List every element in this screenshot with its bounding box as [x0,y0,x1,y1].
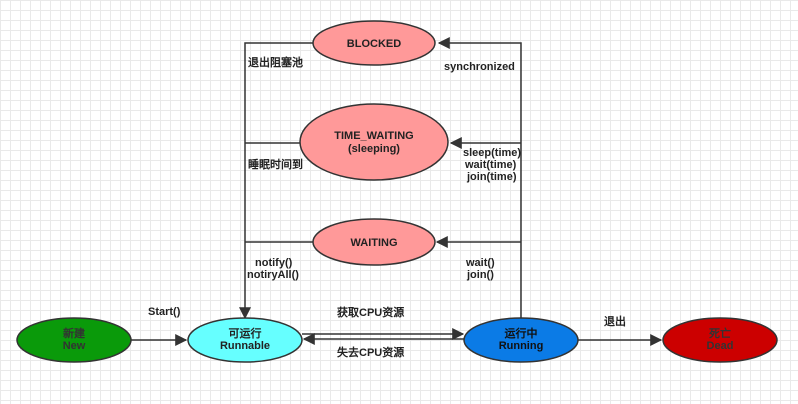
node-waiting-label: WAITING [350,237,397,249]
edge-label-wait-time: wait(time) [464,159,517,171]
node-time-waiting-sublabel: (sleeping) [348,143,400,155]
node-new-label-en: New [63,340,86,352]
edge-label-exit-blocking-pool: 退出阻塞池 [248,55,303,69]
edge-label-exit: 退出 [604,314,626,328]
edge-label-get-cpu: 获取CPU资源 [337,305,404,319]
edge-label-start: Start() [148,306,181,318]
edge-label-join: join() [466,269,494,281]
node-time-waiting: TIME_WAITING (sleeping) [299,103,449,181]
edge-label-sleep-done: 睡眠时间到 [248,157,303,171]
edge-label-join-time: join(time) [466,171,517,183]
node-running-label-en: Running [499,340,544,352]
node-dead: 死亡 Dead [662,317,778,363]
node-blocked-label: BLOCKED [347,38,401,50]
edge-label-notify-all: notiryAll() [247,269,299,281]
edge-label-synchronized: synchronized [444,61,515,73]
node-runnable: 可运行 Runnable [187,317,303,363]
node-runnable-label-en: Runnable [220,340,270,352]
edge-label-lose-cpu: 失去CPU资源 [337,345,404,359]
edge-label-notify: notify() [255,257,293,269]
node-time-waiting-label: TIME_WAITING [334,130,413,142]
node-dead-label-en: Dead [707,340,734,352]
node-dead-label-cn: 死亡 [709,326,731,340]
node-runnable-label-cn: 可运行 [229,326,262,340]
node-running-label-cn: 运行中 [505,326,538,340]
state-diagram: BLOCKED TIME_WAITING (sleeping) WAITING … [16,20,778,363]
node-blocked: BLOCKED [312,20,436,66]
node-waiting: WAITING [312,218,436,266]
edge-label-sleep-time: sleep(time) [463,147,521,159]
node-new: 新建 New [16,317,132,363]
diagram-canvas: BLOCKED TIME_WAITING (sleeping) WAITING … [0,0,798,404]
node-running: 运行中 Running [463,317,579,363]
node-new-label-cn: 新建 [63,326,86,340]
edge-label-wait: wait() [465,257,495,269]
